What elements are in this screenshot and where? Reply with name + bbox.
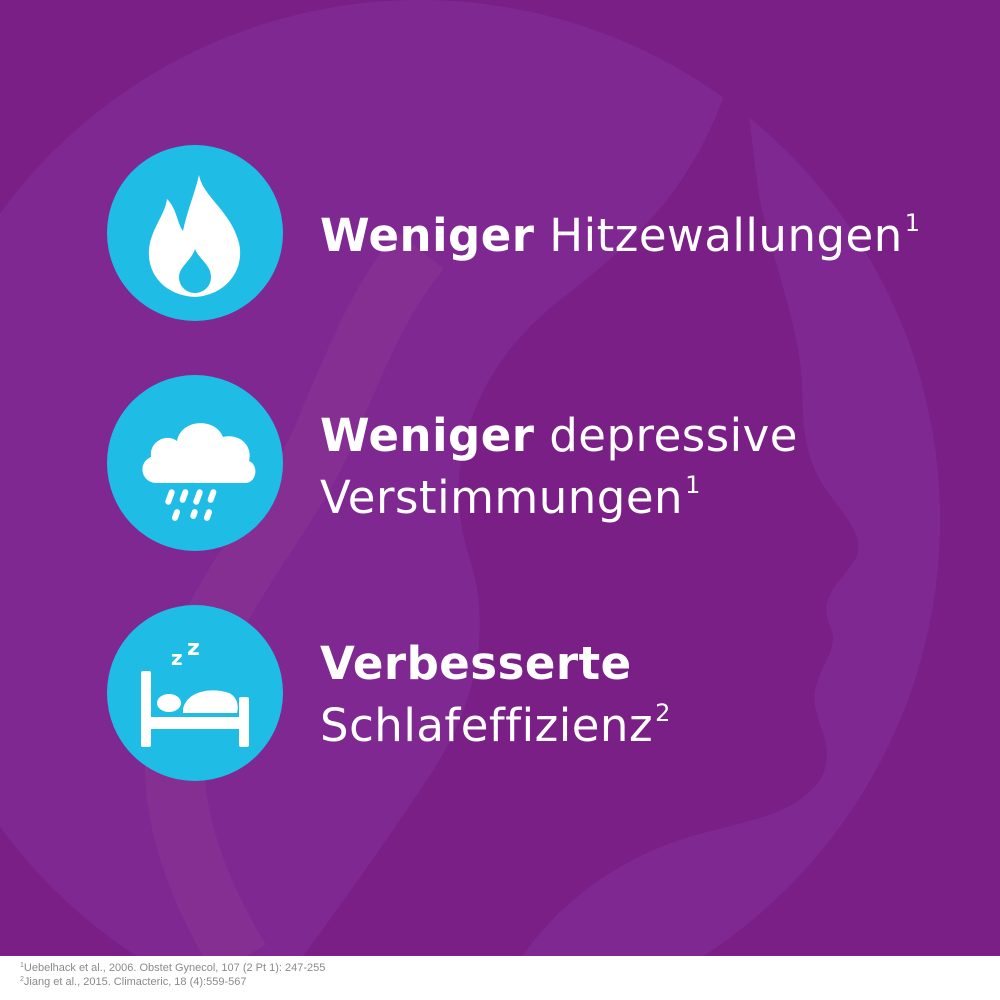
- footnote-marker: 1: [685, 471, 701, 499]
- references-footer: 1Uebelhack et al., 2006. Obstet Gynecol,…: [0, 956, 1000, 1000]
- benefit-text-line2: Schlafeffizienz: [320, 699, 654, 752]
- rain-cloud-icon: [142, 423, 256, 521]
- benefit-bold-word: Weniger: [320, 409, 535, 462]
- benefit-depressive-moods-text: Weniger depressive Verstimmungen1: [320, 405, 798, 529]
- svg-text:z: z: [171, 646, 183, 670]
- reference-1: 1Uebelhack et al., 2006. Obstet Gynecol,…: [20, 962, 325, 974]
- footnote-marker: 2: [655, 699, 671, 727]
- sleeping-bed-icon-circle: z z: [107, 605, 283, 781]
- benefit-text-line2: Verstimmungen: [320, 471, 684, 524]
- flame-icon-circle: [107, 145, 283, 321]
- benefit-bold-word: Weniger: [320, 209, 535, 262]
- sleeping-bed-icon: z z: [141, 636, 249, 747]
- svg-text:z: z: [187, 636, 200, 661]
- benefit-text-rest: Hitzewallungen: [534, 209, 903, 262]
- reference-2: 2Jiang et al., 2015. Climacteric, 18 (4)…: [20, 976, 246, 988]
- rain-cloud-icon-circle: [107, 375, 283, 551]
- benefit-sleep-efficiency-text: Verbesserte Schlafeffizienz2: [320, 633, 671, 757]
- flame-icon: [148, 175, 241, 297]
- footnote-marker: 1: [904, 209, 921, 237]
- benefit-text-rest: depressive: [534, 409, 798, 462]
- reference-text: Uebelhack et al., 2006. Obstet Gynecol, …: [23, 962, 326, 974]
- reference-text: Jiang et al., 2015. Climacteric, 18 (4):…: [23, 976, 247, 988]
- benefit-bold-word: Verbesserte: [320, 637, 632, 690]
- benefit-hot-flashes-text: Weniger Hitzewallungen1: [320, 205, 921, 267]
